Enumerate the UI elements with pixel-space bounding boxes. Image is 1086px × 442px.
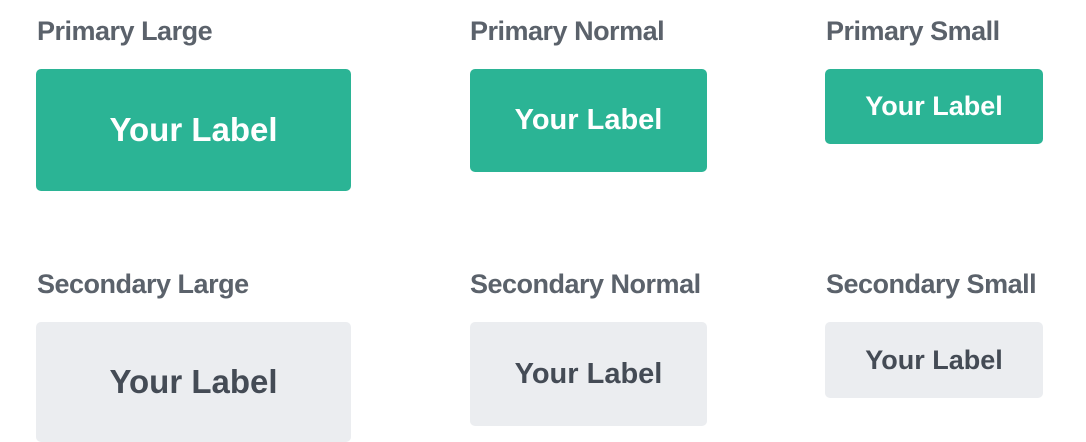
secondary-large-heading: Secondary Large bbox=[37, 269, 249, 299]
secondary-normal-heading: Secondary Normal bbox=[470, 269, 701, 299]
secondary-small-button[interactable]: Your Label bbox=[825, 322, 1043, 398]
primary-large-heading: Primary Large bbox=[37, 16, 213, 46]
secondary-large-button[interactable]: Your Label bbox=[36, 322, 351, 442]
primary-small-heading: Primary Small bbox=[826, 16, 1000, 46]
secondary-small-heading: Secondary Small bbox=[826, 269, 1037, 299]
primary-small-button[interactable]: Your Label bbox=[825, 69, 1043, 144]
primary-normal-heading: Primary Normal bbox=[470, 16, 665, 46]
primary-large-button[interactable]: Your Label bbox=[36, 69, 351, 191]
secondary-normal-button[interactable]: Your Label bbox=[470, 322, 707, 426]
primary-normal-button[interactable]: Your Label bbox=[470, 69, 707, 172]
